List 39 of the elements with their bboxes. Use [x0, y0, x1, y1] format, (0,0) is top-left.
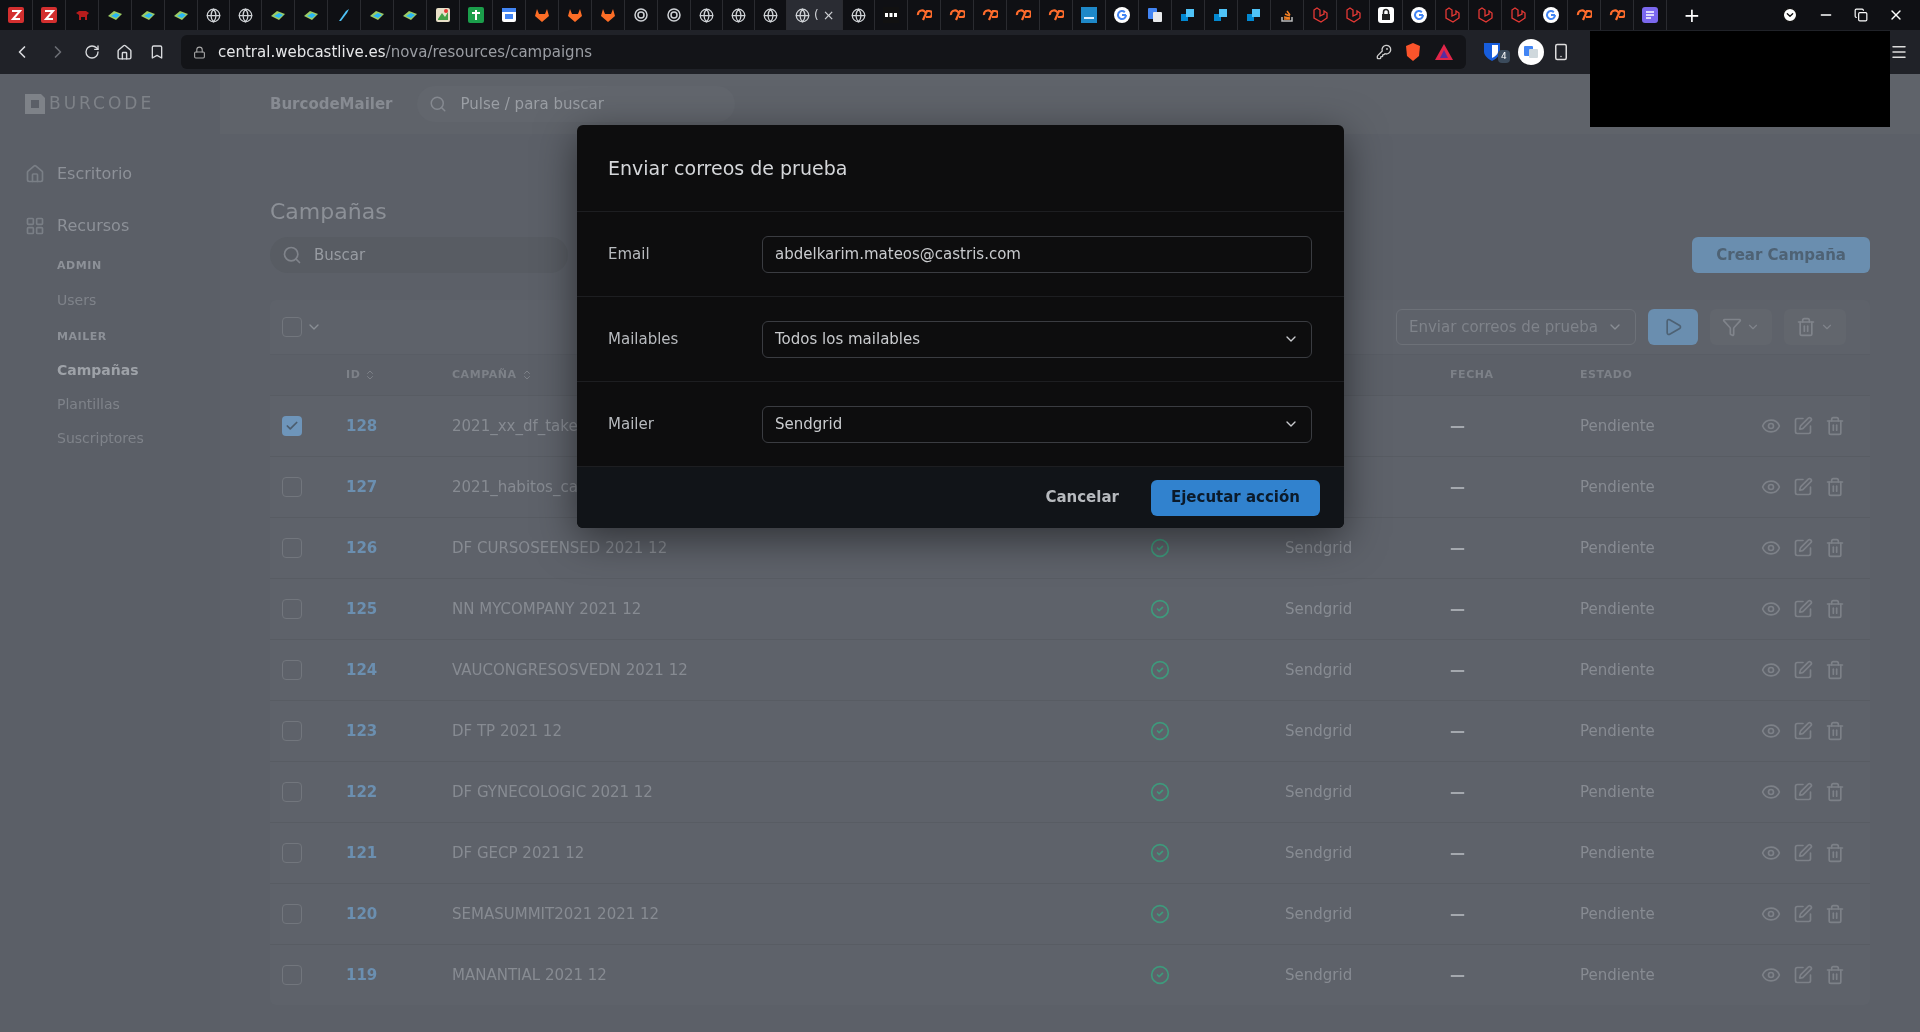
tab-close-button[interactable]: ×	[822, 4, 835, 26]
id-link[interactable]: 124	[346, 658, 452, 682]
email-field[interactable]: abdelkarim.mateos@castris.com	[762, 235, 1312, 273]
cancel-button[interactable]: Cancelar	[1037, 479, 1127, 516]
id-link[interactable]: 127	[346, 475, 452, 499]
field-label: Email	[608, 243, 651, 265]
new-tab-button[interactable]: +	[1683, 0, 1701, 30]
url-text: central.webcastlive.es/nova/resources/campaigns	[218, 41, 592, 63]
create-campaign-button[interactable]: Crear Campaña	[1692, 237, 1870, 273]
date-cell-text: —	[1450, 659, 1465, 681]
id-link[interactable]: 123	[346, 719, 452, 743]
date-cell-text: —	[1450, 598, 1465, 620]
date-cell-text: —	[1450, 415, 1465, 437]
id-link[interactable]: 120	[346, 902, 452, 926]
date-cell-text: —	[1450, 903, 1465, 925]
tab-title: (	[814, 7, 819, 24]
field-label: Mailables	[608, 328, 680, 350]
search-field[interactable]: Buscar	[270, 237, 568, 273]
browser-tab[interactable]: ( ×	[787, 0, 844, 30]
modal-title: Enviar correos de prueba	[608, 155, 848, 181]
date-cell-text: —	[1450, 842, 1465, 864]
field-label: Mailer	[608, 413, 655, 435]
date-cell-text: —	[1450, 476, 1465, 498]
extension-badge: 4	[1498, 49, 1510, 63]
submit-button[interactable]: Ejecutar acción	[1150, 479, 1320, 516]
date-cell-text: —	[1450, 781, 1465, 803]
id-link[interactable]: 126	[346, 536, 452, 560]
id-link[interactable]: 121	[346, 841, 452, 865]
select-field[interactable]: Todos los mailables	[762, 320, 1312, 358]
date-cell-text: —	[1450, 964, 1465, 986]
sidebar-link[interactable]: Campañas	[0, 353, 220, 387]
id-link[interactable]: 119	[346, 963, 452, 987]
id-link[interactable]: 122	[346, 780, 452, 804]
id-link[interactable]: 128	[346, 414, 452, 438]
address-bar[interactable]: central.webcastlive.es/nova/resources/campaigns	[181, 35, 1466, 69]
id-link[interactable]: 125	[346, 597, 452, 621]
date-cell-text: —	[1450, 537, 1465, 559]
date-cell-text: —	[1450, 720, 1465, 742]
select-field[interactable]: Sendgrid	[762, 405, 1312, 443]
